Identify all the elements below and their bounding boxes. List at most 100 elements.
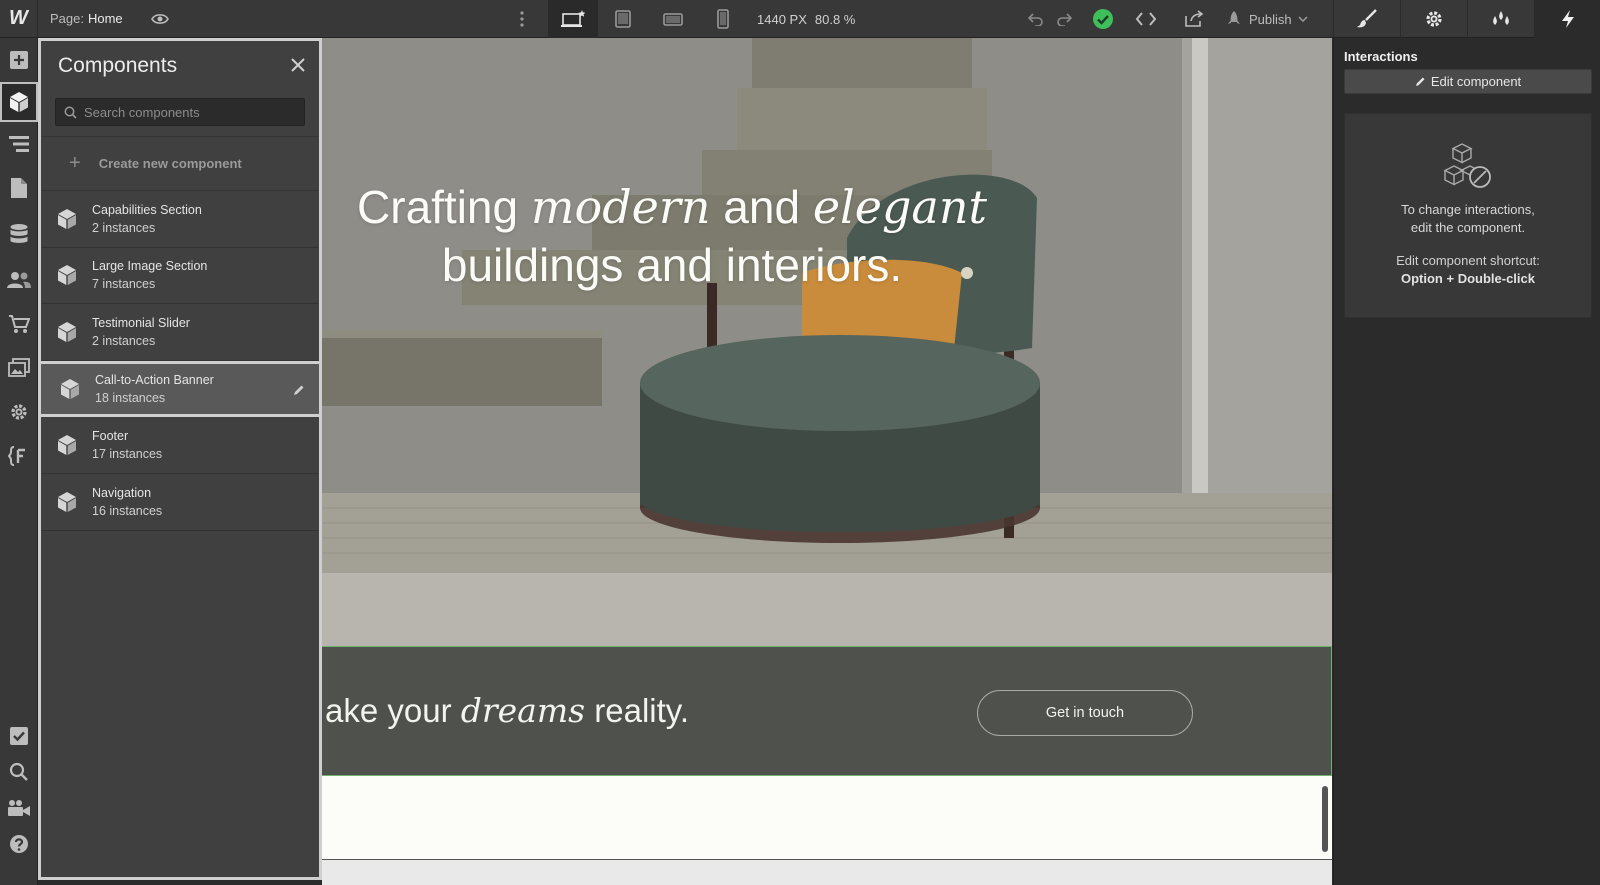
audit-checkbox-icon[interactable] [0,716,38,756]
info-line1: To change interactions, [1401,202,1535,217]
top-bar: W Page: Home 1440 PX 80.8 % Publish [0,0,1600,38]
interactions-title: Interactions [1344,49,1418,64]
component-instance-count: 7 instances [92,277,156,292]
cta-heading: ake your dreams reality. [325,691,689,730]
mobile-portrait-breakpoint-icon[interactable] [698,0,748,38]
interactions-panel: Interactions Edit component To change in… [1333,38,1600,885]
component-item-capabilities-section[interactable]: Capabilities Section 2 instances [41,191,319,248]
cta-text-dreams: dreams [460,691,586,730]
undo-icon[interactable] [1024,0,1048,38]
webflow-logo[interactable]: W [0,0,38,38]
call-to-action-banner[interactable]: ake your dreams reality. Get in touch [322,646,1332,776]
variables-icon[interactable] [0,436,38,476]
hero-text-modern: modern [530,180,711,234]
component-name: Testimonial Slider [92,315,190,330]
component-instance-count: 2 instances [92,333,156,348]
components-panel-header: Components [41,41,319,91]
tablet-breakpoint-icon[interactable] [598,0,648,38]
edit-pencil-icon[interactable] [292,384,305,397]
assets-images-icon[interactable] [0,348,38,388]
hero-text-line2: buildings and interiors. [441,239,903,291]
search-components-field[interactable] [55,98,305,126]
search-icon[interactable] [0,752,38,792]
mobile-landscape-breakpoint-icon[interactable] [648,0,698,38]
component-name: Large Image Section [92,259,208,274]
ecommerce-cart-icon[interactable] [0,304,38,344]
hero-background-image [322,38,1332,646]
design-canvas[interactable]: Crafting modern and elegant buildings an… [322,38,1332,885]
publish-button[interactable]: Publish [1225,0,1308,38]
publish-label: Publish [1249,11,1292,27]
create-new-component-label: Create new component [98,156,242,171]
search-components-input[interactable] [84,104,294,120]
cta-text-part3: reality. [585,692,690,729]
component-cube-icon [58,491,76,512]
hero-text-and: and [710,181,813,233]
hero-text-crafting: Crafting [357,181,531,233]
edit-component-label: Edit component [1430,74,1522,89]
component-name: Call-to-Action Banner [95,373,214,388]
canvas-scrollbar[interactable] [1322,786,1328,852]
breakpoint-switcher [548,0,748,38]
component-name: Capabilities Section [92,202,202,217]
component-cube-icon [58,321,76,342]
right-panel-tabs [1333,0,1600,38]
viewport-readout: 1440 PX 80.8 % [757,12,863,27]
cta-text-part1: ake your [325,692,461,729]
redo-icon[interactable] [1052,0,1076,38]
zoom-level: 80.8 % [814,12,856,27]
shortcut-info: Edit component shortcut: Option + Double… [1345,252,1591,288]
component-instance-count: 18 instances [95,391,166,406]
code-export-icon[interactable] [1132,0,1160,38]
search-icon [64,106,77,119]
component-item-call-to-action-banner[interactable]: Call-to-Action Banner 18 instances [38,360,322,418]
shortcut-keys: Option + Double-click [1401,271,1535,286]
shortcut-label: Edit component shortcut: [1396,253,1540,268]
hero-text-elegant: elegant [812,180,987,234]
more-options-icon[interactable] [512,0,532,38]
preview-eye-icon[interactable] [150,0,170,38]
components-icon[interactable] [0,82,38,122]
cms-database-icon[interactable] [0,214,38,254]
hero-section[interactable]: Crafting modern and elegant buildings an… [322,38,1332,646]
components-panel-title: Components [58,54,178,77]
edit-component-button[interactable]: Edit component [1344,69,1592,94]
component-item-navigation[interactable]: Navigation 16 instances [41,474,319,531]
viewport-width: 1440 PX [757,12,807,27]
component-cube-icon [61,379,79,400]
users-icon[interactable] [0,260,38,300]
component-interactions-info: To change interactions, edit the compone… [1344,113,1592,318]
component-cube-icon [58,265,76,286]
desktop-breakpoint-icon[interactable] [548,0,598,38]
publish-status-check-icon[interactable] [1090,0,1116,38]
settings-gear-icon[interactable] [1400,0,1467,38]
site-settings-gear-icon[interactable] [0,392,38,432]
component-item-large-image-section[interactable]: Large Image Section 7 instances [41,248,319,305]
info-text: To change interactions, edit the compone… [1345,201,1591,236]
page-selector[interactable]: Page: Home [50,11,123,26]
pages-icon[interactable] [0,168,38,208]
close-icon[interactable] [291,55,305,78]
create-new-component-button[interactable]: + Create new component [41,136,319,191]
plus-icon: + [69,152,81,174]
component-cube-icon [58,435,76,456]
get-in-touch-button[interactable]: Get in touch [977,690,1193,736]
next-section[interactable] [322,776,1332,860]
help-icon[interactable] [0,824,38,864]
video-tutorials-icon[interactable] [0,788,38,828]
component-name: Footer [92,429,129,444]
style-manager-drops-icon[interactable] [1467,0,1534,38]
style-brush-icon[interactable] [1333,0,1400,38]
info-line2: edit the component. [1410,219,1526,235]
interactions-lightning-icon[interactable] [1534,0,1600,38]
component-item-footer[interactable]: Footer 17 instances [41,417,319,474]
share-icon[interactable] [1180,0,1208,38]
add-elements-icon[interactable] [0,40,38,80]
navigator-icon[interactable] [0,124,38,164]
rocket-icon [1228,11,1240,24]
component-item-testimonial-slider[interactable]: Testimonial Slider 2 instances [41,304,319,361]
component-instance-count: 16 instances [92,503,163,518]
components-panel: Components + Create new component Capabi… [38,38,322,880]
chevron-down-icon [1298,16,1308,22]
page-prefix: Page: [50,11,84,26]
